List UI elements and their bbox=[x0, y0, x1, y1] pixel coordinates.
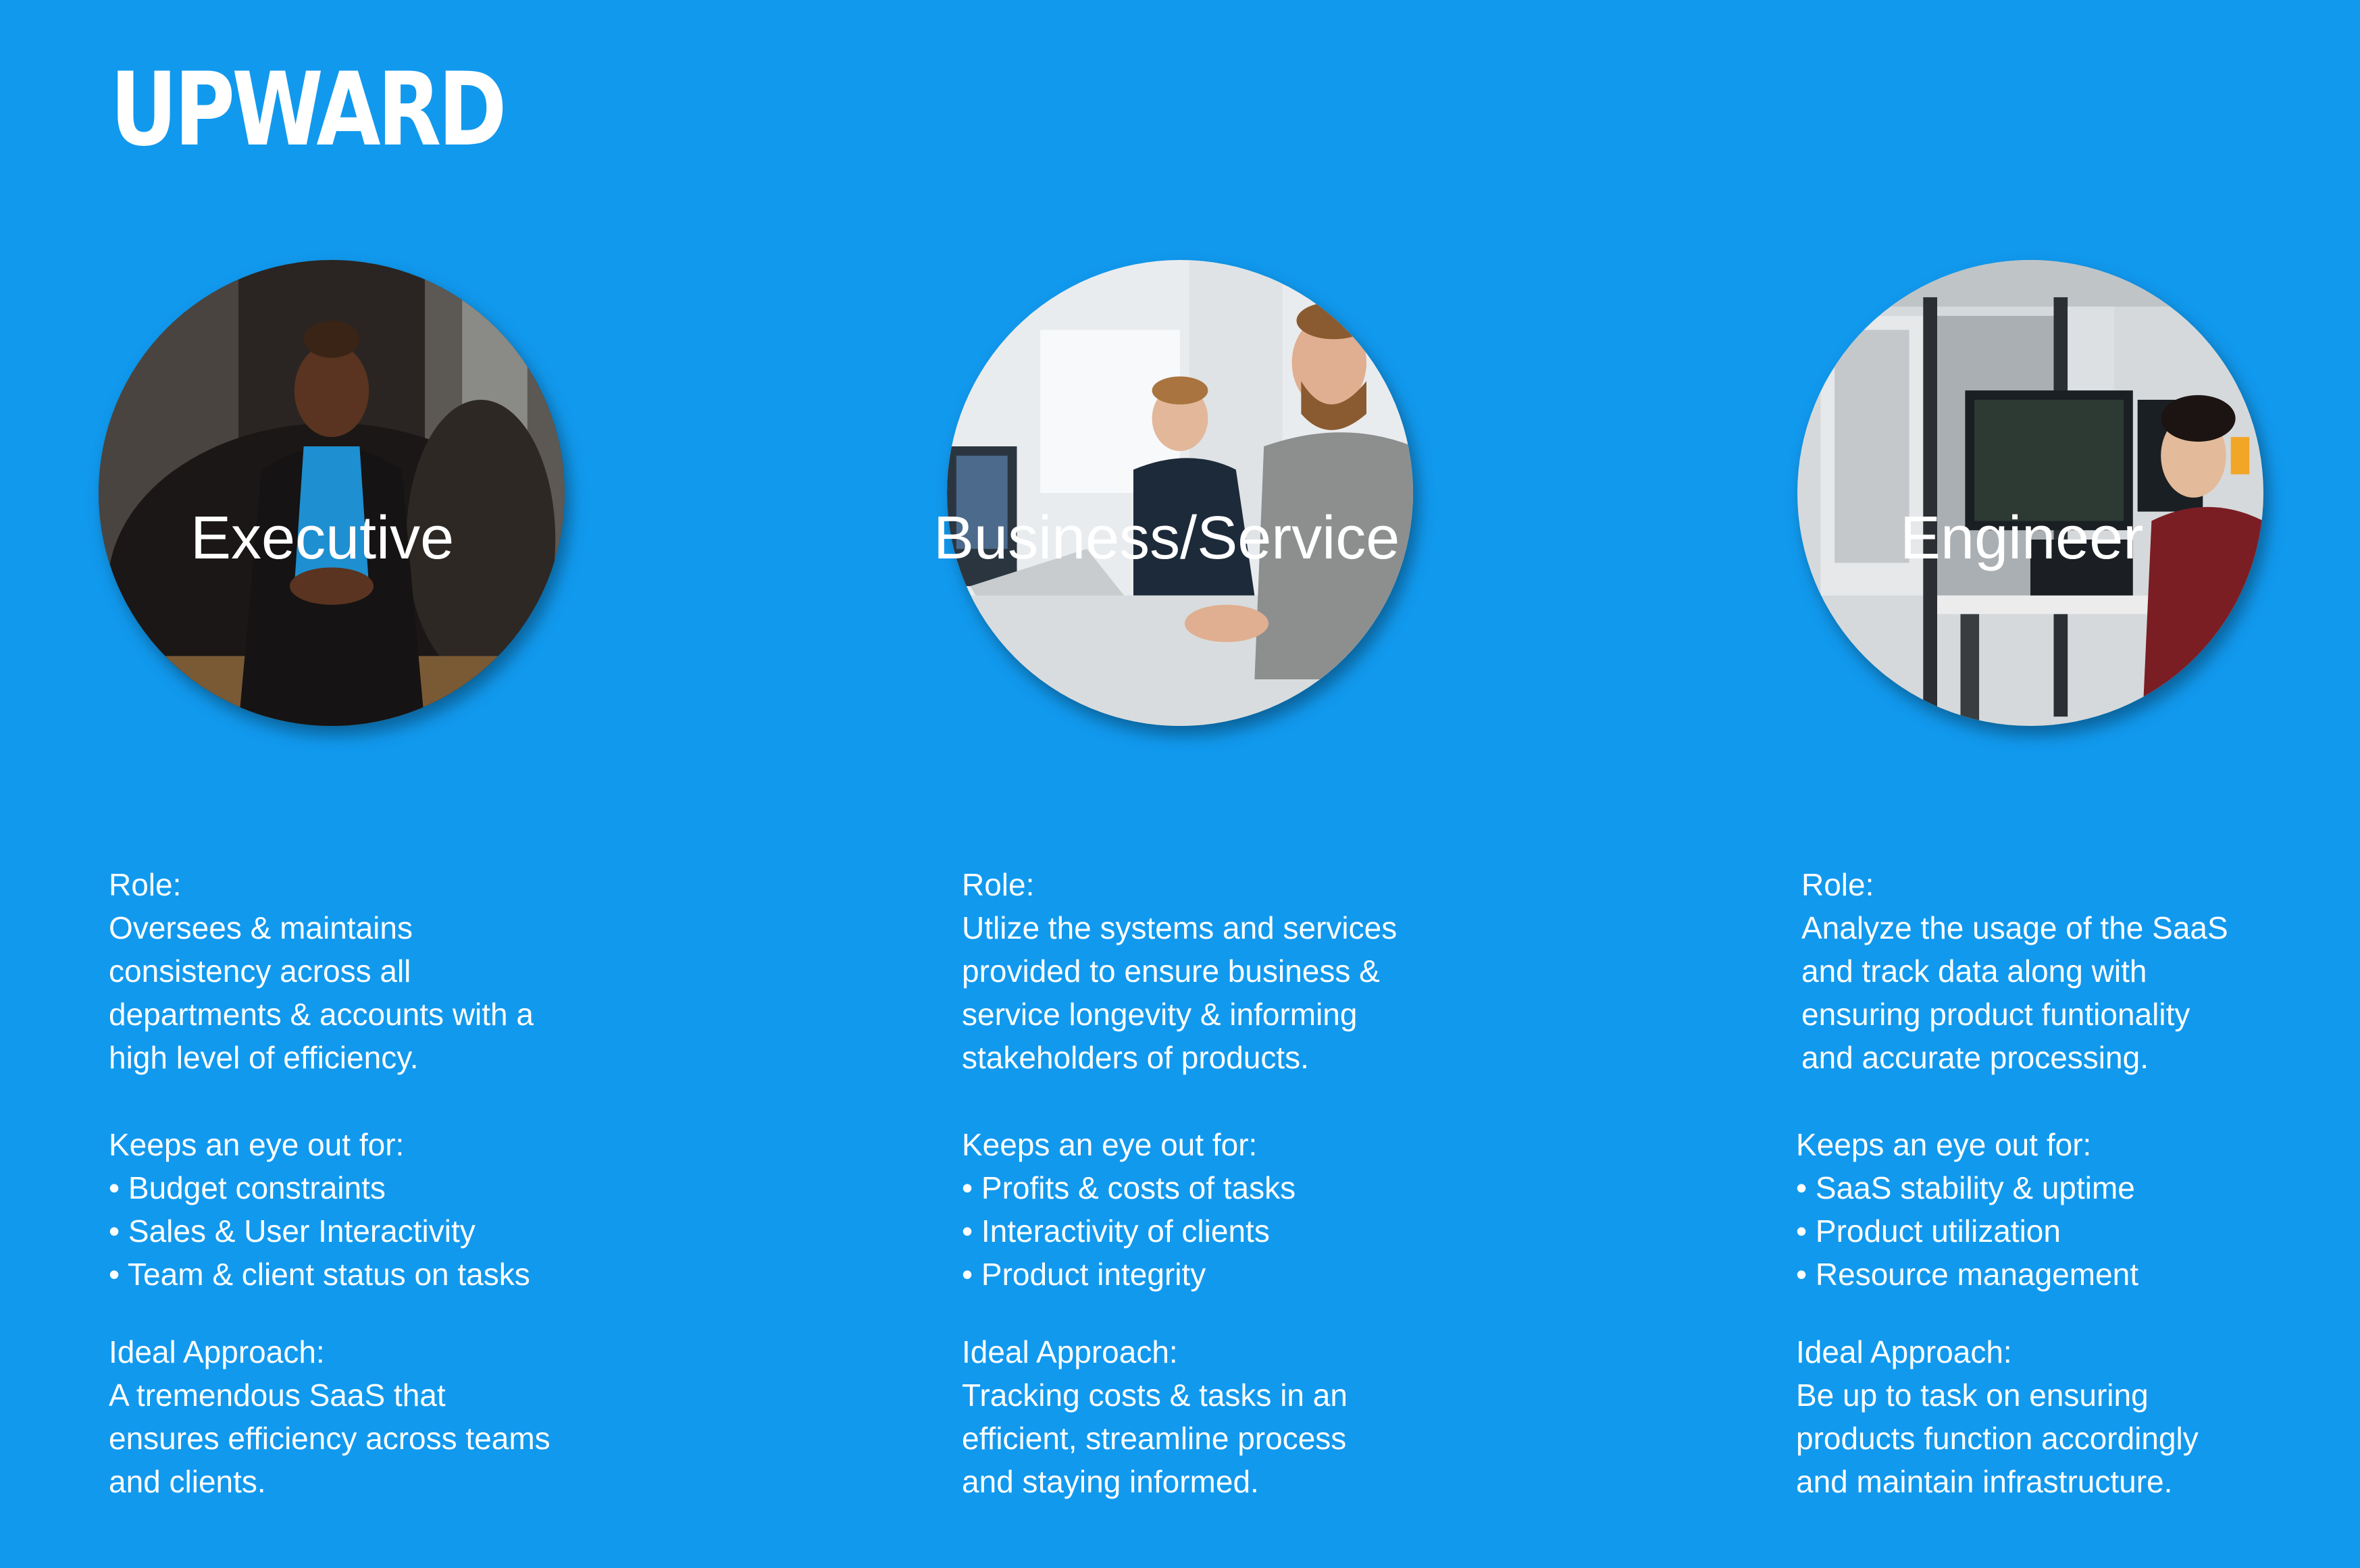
role-line: Utlize the systems and services bbox=[962, 910, 1397, 945]
approach-line: and staying informed. bbox=[962, 1464, 1259, 1499]
role-line: stakeholders of products. bbox=[962, 1040, 1309, 1075]
engineer-title: Engineer bbox=[1900, 504, 2144, 572]
role-line: departments & accounts with a bbox=[109, 997, 534, 1032]
role-line: Analyze the usage of the SaaS bbox=[1801, 910, 2228, 945]
executive-approach: Ideal Approach: A tremendous SaaS that e… bbox=[109, 1330, 550, 1503]
engineer-approach: Ideal Approach: Be up to task on ensurin… bbox=[1796, 1330, 2199, 1503]
role-heading: Role: bbox=[1801, 867, 1874, 902]
approach-line: and maintain infrastructure. bbox=[1796, 1464, 2173, 1499]
eye-heading: Keeps an eye out for: bbox=[109, 1127, 405, 1162]
approach-line: Be up to task on ensuring bbox=[1796, 1378, 2149, 1413]
engineer-role: Role: Analyze the usage of the SaaS and … bbox=[1801, 863, 2228, 1079]
role-line: service longevity & informing bbox=[962, 997, 1358, 1032]
role-heading: Role: bbox=[962, 867, 1035, 902]
role-heading: Role: bbox=[109, 867, 182, 902]
executive-photo bbox=[99, 260, 565, 726]
eye-item: • Product utilization bbox=[1796, 1213, 2061, 1249]
approach-line: products function accordingly bbox=[1796, 1421, 2199, 1456]
eye-item: • Team & client status on tasks bbox=[109, 1257, 530, 1292]
persona-slide: UPWARD Executive Role: Oversees & mainta bbox=[0, 0, 2360, 1568]
approach-line: Tracking costs & tasks in an bbox=[962, 1378, 1348, 1413]
approach-line: A tremendous SaaS that bbox=[109, 1378, 446, 1413]
approach-heading: Ideal Approach: bbox=[962, 1334, 1178, 1369]
approach-heading: Ideal Approach: bbox=[1796, 1334, 2012, 1369]
eye-item: • Product integrity bbox=[962, 1257, 1206, 1292]
eye-heading: Keeps an eye out for: bbox=[962, 1127, 1258, 1162]
role-line: provided to ensure business & bbox=[962, 953, 1380, 989]
approach-line: ensures efficiency across teams bbox=[109, 1421, 550, 1456]
business-service-eye-out: Keeps an eye out for: • Profits & costs … bbox=[962, 1123, 1296, 1296]
executive-role: Role: Oversees & maintains consistency a… bbox=[109, 863, 534, 1079]
role-line: and accurate processing. bbox=[1801, 1040, 2149, 1075]
eye-item: • Budget constraints bbox=[109, 1170, 386, 1205]
engineer-photo bbox=[1797, 260, 2263, 726]
eye-item: • SaaS stability & uptime bbox=[1796, 1170, 2135, 1205]
eye-item: • Resource management bbox=[1796, 1257, 2139, 1292]
eye-item: • Profits & costs of tasks bbox=[962, 1170, 1296, 1205]
approach-line: efficient, streamline process bbox=[962, 1421, 1347, 1456]
role-line: consistency across all bbox=[109, 953, 411, 989]
upward-logo: UPWARD bbox=[110, 51, 507, 169]
approach-heading: Ideal Approach: bbox=[109, 1334, 325, 1369]
executive-title: Executive bbox=[190, 504, 455, 572]
business-service-photo bbox=[947, 260, 1413, 726]
business-service-role: Role: Utlize the systems and services pr… bbox=[962, 863, 1397, 1079]
business-service-title: Business/Service bbox=[933, 504, 1400, 572]
role-line: Oversees & maintains bbox=[109, 910, 413, 945]
eye-item: • Sales & User Interactivity bbox=[109, 1213, 476, 1249]
eye-item: • Interactivity of clients bbox=[962, 1213, 1270, 1249]
role-line: and track data along with bbox=[1801, 953, 2147, 989]
role-line: high level of efficiency. bbox=[109, 1040, 419, 1075]
engineer-eye-out: Keeps an eye out for: • SaaS stability &… bbox=[1796, 1123, 2138, 1296]
business-service-approach: Ideal Approach: Tracking costs & tasks i… bbox=[962, 1330, 1348, 1503]
role-line: ensuring product funtionality bbox=[1801, 997, 2190, 1032]
eye-heading: Keeps an eye out for: bbox=[1796, 1127, 2092, 1162]
executive-eye-out: Keeps an eye out for: • Budget constrain… bbox=[109, 1123, 530, 1296]
approach-line: and clients. bbox=[109, 1464, 266, 1499]
